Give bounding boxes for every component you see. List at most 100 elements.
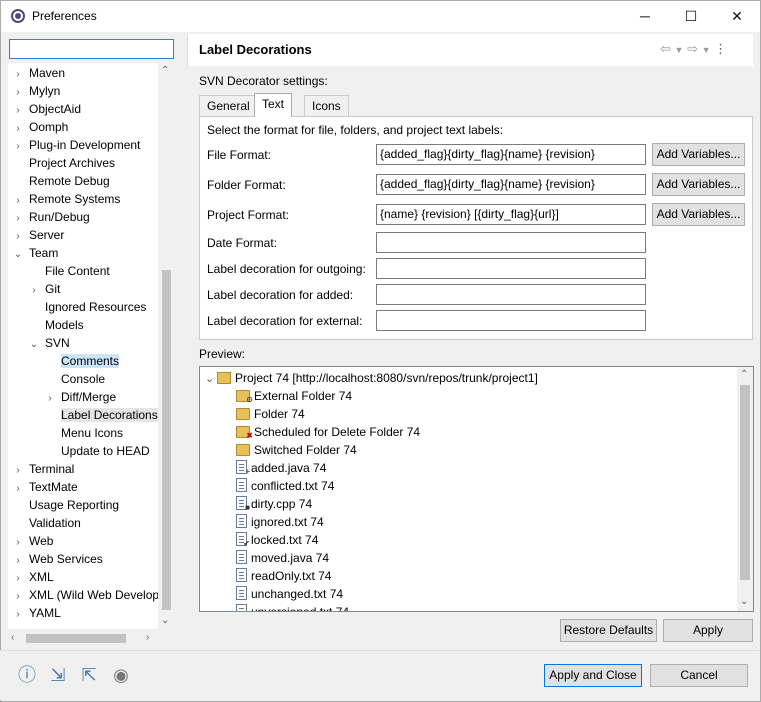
preview-item[interactable]: conflicted.txt 74 [236,477,334,495]
restore-defaults-button[interactable]: Restore Defaults [560,619,657,642]
scroll-down-icon[interactable]: ⌄ [161,615,169,626]
tree-item[interactable]: › Oomph [12,118,68,136]
export-icon[interactable]: ⇱ [78,664,100,686]
help-icon[interactable]: ⓘ [16,664,38,686]
scroll-up-icon[interactable]: ⌃ [161,65,169,76]
tree-item[interactable]: Menu Icons [44,424,123,442]
tree-item[interactable]: › Git [28,280,60,298]
oomph-record-icon[interactable]: ◉ [110,664,132,686]
tree-item[interactable]: ⌄ SVN [28,334,70,352]
filter-input[interactable] [9,39,174,59]
preview-item[interactable]: ✔ locked.txt 74 [236,531,318,549]
close-button[interactable]: ✕ [714,1,760,32]
preview-item-label: Scheduled for Delete Folder 74 [254,425,421,439]
forward-menu-icon[interactable]: ▼ [702,45,711,55]
apply-button[interactable]: Apply [663,619,753,642]
cancel-button[interactable]: Cancel [650,664,748,687]
tree-item-label: Plug-in Development [29,138,141,152]
file-format-input[interactable]: {added_flag}{dirty_flag}{name} {revision… [376,144,646,165]
tree-item[interactable]: Ignored Resources [28,298,146,316]
forward-icon[interactable]: ⇨ [687,41,698,56]
expanded-chevron-icon[interactable]: ⌄ [205,370,217,388]
tree-item-label: Validation [29,516,81,530]
scroll-thumb[interactable] [740,385,750,580]
project-format-input[interactable]: {name} {revision} [{dirty_flag}{url}] [376,204,646,225]
preview-item[interactable]: ignored.txt 74 [236,513,324,531]
tree-item[interactable]: › TextMate [12,478,77,496]
scroll-right-icon[interactable]: › [146,632,149,643]
tree-item[interactable]: ⌄ Team [12,244,59,264]
tree-vertical-scrollbar[interactable]: ⌃ ⌄ [158,63,175,629]
tree-item[interactable]: › Plug-in Development [12,136,140,154]
apply-and-close-button[interactable]: Apply and Close [544,664,642,687]
preview-item-label: locked.txt 74 [251,533,319,547]
maximize-button[interactable]: ☐ [668,1,714,32]
expanded-chevron-icon[interactable]: ⌄ [12,246,24,264]
tree-item[interactable]: Usage Reporting [12,496,119,514]
tree-item[interactable]: › Maven [12,64,65,82]
collapsed-chevron-icon[interactable]: › [12,606,24,624]
scroll-left-icon[interactable]: ‹ [11,632,14,643]
tab-general[interactable]: General [199,95,258,117]
preview-item[interactable]: unversioned.txt 74 [236,603,349,611]
preview-item[interactable]: readOnly.txt 74 [236,567,331,585]
back-icon[interactable]: ⇦ [660,41,671,56]
preview-item[interactable]: ⌄ Project 74 [http://localhost:8080/svn/r… [205,369,538,387]
back-menu-icon[interactable]: ▼ [675,45,684,55]
date-format-input[interactable] [376,232,646,253]
preview-item[interactable]: ⊙ External Folder 74 [236,387,352,405]
folder-format-input[interactable]: {added_flag}{dirty_flag}{name} {revision… [376,174,646,195]
folder-icon [236,444,250,456]
import-icon[interactable]: ⇲ [47,664,69,686]
preview-vertical-scrollbar[interactable]: ⌃ ⌄ [737,367,753,611]
tree-item[interactable]: Console [44,370,105,388]
preview-item[interactable]: Folder 74 [236,405,305,423]
tree-item[interactable]: Update to HEAD [44,442,150,460]
minimize-button[interactable]: ─ [622,1,668,32]
external-decoration-input[interactable] [376,310,646,331]
tree-item[interactable]: Remote Debug [12,172,110,190]
scroll-up-icon[interactable]: ⌃ [740,369,748,380]
expanded-chevron-icon[interactable]: ⌄ [28,336,40,354]
tree-item[interactable]: Project Archives [12,154,115,172]
tree-item-label: Diff/Merge [61,390,117,404]
tree-item[interactable]: › Mylyn [12,82,60,100]
preview-item-label: dirty.cpp 74 [251,497,313,511]
tree-item[interactable]: › Web Services [12,550,102,568]
tree-item-label: Ignored Resources [45,300,147,314]
preview-item[interactable]: ■ dirty.cpp 74 [236,495,312,513]
folder-add-variables-button[interactable]: Add Variables... [652,173,745,196]
scroll-thumb[interactable] [26,634,126,643]
preview-item[interactable]: + added.java 74 [236,459,326,477]
preview-item[interactable]: ✖ Scheduled for Delete Folder 74 [236,423,420,441]
tree-item[interactable]: › Diff/Merge [44,388,116,406]
tree-item[interactable]: Comments [44,352,120,370]
tab-icons[interactable]: Icons [304,95,349,117]
tree-item[interactable]: › Web [12,532,53,550]
tab-text[interactable]: Text [254,93,293,117]
tree-item[interactable]: › XML (Wild Web Develop [12,586,159,604]
project-add-variables-button[interactable]: Add Variables... [652,203,745,226]
tree-item[interactable]: › Remote Systems [12,190,120,208]
tree-item[interactable]: › ObjectAid [12,100,81,118]
outgoing-decoration-input[interactable] [376,258,646,279]
folder-format-label: Folder Format: [207,178,286,192]
preview-item[interactable]: moved.java 74 [236,549,329,567]
tree-item[interactable]: › Terminal [12,460,74,478]
preview-item[interactable]: unchanged.txt 74 [236,585,343,603]
preview-item[interactable]: Switched Folder 74 [236,441,357,459]
scroll-down-icon[interactable]: ⌄ [740,596,748,607]
file-add-variables-button[interactable]: Add Variables... [652,143,745,166]
scroll-thumb[interactable] [162,270,171,610]
added-decoration-input[interactable] [376,284,646,305]
tree-item[interactable]: Models [28,316,84,334]
tree-item[interactable]: › Run/Debug [12,208,89,226]
tree-horizontal-scrollbar[interactable]: ‹ › [8,630,158,647]
tree-item[interactable]: › XML [12,568,53,586]
more-icon[interactable]: ⋮ [714,41,727,56]
tree-item[interactable]: › YAML [12,604,60,624]
tree-item[interactable]: File Content [28,262,110,280]
tree-item[interactable]: Validation [12,514,81,532]
tree-item[interactable]: Label Decorations [44,406,158,424]
tree-item[interactable]: › Server [12,226,64,244]
